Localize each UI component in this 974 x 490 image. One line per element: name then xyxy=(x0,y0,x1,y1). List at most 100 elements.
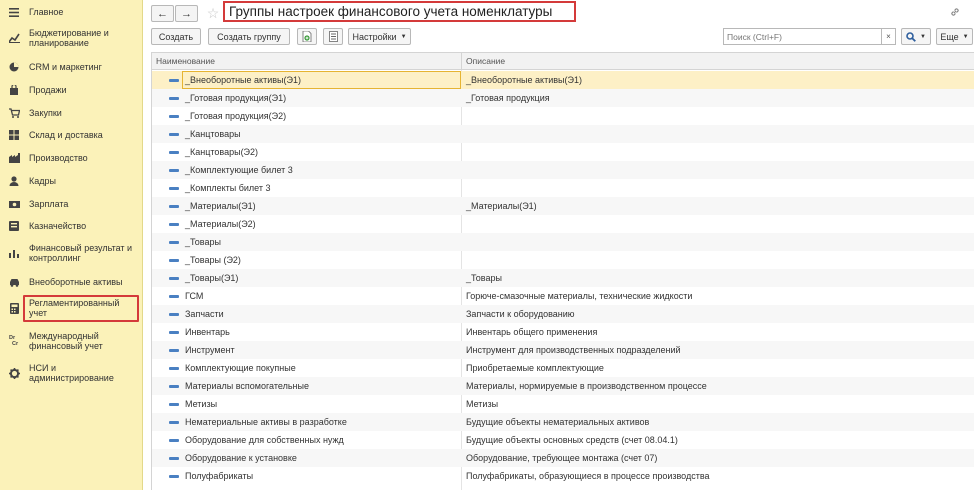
sidebar-item-admin[interactable]: НСИ и администрирование xyxy=(0,363,143,383)
table-row[interactable]: _Товары(Э1) _Товары xyxy=(152,269,974,287)
sidebar-item-label: НСИ и администрирование xyxy=(29,363,114,383)
item-marker-icon xyxy=(169,331,179,334)
car-icon xyxy=(8,276,20,288)
sidebar-item-warehouse[interactable]: Склад и доставка xyxy=(0,129,143,141)
table-row[interactable]: Оборудование к установке Оборудование, тр… xyxy=(152,449,974,467)
sidebar-item-purchases[interactable]: Закупки xyxy=(0,107,143,119)
table-row[interactable]: Материалы вспомогательные Материалы, норм… xyxy=(152,377,974,395)
create-group-button[interactable]: Создать группу xyxy=(208,28,290,45)
table-row[interactable]: Инструмент Инструмент для производственны… xyxy=(152,341,974,359)
sidebar-item-production[interactable]: Производство xyxy=(0,152,143,164)
table-row[interactable]: _Канцтовары xyxy=(152,125,974,143)
sidebar-item-fixed-assets[interactable]: Внеоборотные активы xyxy=(0,276,143,288)
favorite-star-icon[interactable]: ☆ xyxy=(205,4,221,22)
sidebar-item-salary[interactable]: Зарплата xyxy=(0,198,143,210)
table-row[interactable]: _Внеоборотные активы(Э1) _Внеоборотные ак… xyxy=(152,71,974,89)
item-marker-icon xyxy=(169,169,179,172)
cell-description: Инструмент для производственных подразде… xyxy=(466,345,681,355)
forward-button[interactable]: → xyxy=(175,5,198,22)
sidebar-item-label: Производство xyxy=(29,153,88,163)
cell-description: _Материалы(Э1) xyxy=(466,201,537,211)
table-row[interactable]: _Материалы(Э2) xyxy=(152,215,974,233)
more-dropdown[interactable]: Еще ▼ xyxy=(936,28,973,45)
money-icon xyxy=(8,198,20,210)
table-row[interactable]: _Материалы(Э1) _Материалы(Э1) xyxy=(152,197,974,215)
table-row[interactable]: Комплектующие покупные Приобретаемые комп… xyxy=(152,359,974,377)
sidebar-item-regulated-accounting[interactable]: Регламентированный учет xyxy=(0,295,143,322)
treasury-icon xyxy=(8,220,20,232)
groups-table: Наименование Описание _Внеоборотные акти… xyxy=(151,52,974,490)
sidebar-item-label: CRM и маркетинг xyxy=(29,62,102,72)
item-marker-icon xyxy=(169,79,179,82)
add-folder-icon[interactable] xyxy=(297,28,317,45)
column-header-description[interactable]: Описание xyxy=(461,53,974,70)
cell-name: _Комплектующие билет 3 xyxy=(185,165,293,175)
table-header: Наименование Описание xyxy=(152,53,974,70)
table-row[interactable]: Инвентарь Инвентарь общего применения xyxy=(152,323,974,341)
sidebar-item-label: Закупки xyxy=(29,108,62,118)
item-marker-icon xyxy=(169,349,179,352)
table-row[interactable]: _Товары (Э2) xyxy=(152,251,974,269)
create-button[interactable]: Создать xyxy=(151,28,201,45)
table-row[interactable]: _Комплекты билет 3 xyxy=(152,179,974,197)
gear-icon xyxy=(8,367,20,379)
settings-dropdown[interactable]: Настройки ▼ xyxy=(348,28,411,45)
sidebar-item-sales[interactable]: Продажи xyxy=(0,84,143,96)
cell-name: _Канцтовары xyxy=(185,129,241,139)
sidebar-item-treasury[interactable]: Казначейство xyxy=(0,220,143,232)
cell-description: Будущие объекты нематериальных активов xyxy=(466,417,650,427)
more-label: Еще xyxy=(940,31,959,42)
sidebar-item-label: Склад и доставка xyxy=(29,130,103,140)
item-marker-icon xyxy=(169,385,179,388)
column-header-name[interactable]: Наименование xyxy=(152,53,461,70)
item-marker-icon xyxy=(169,97,179,100)
list-view-icon[interactable] xyxy=(323,28,343,45)
cell-name: Инструмент xyxy=(185,345,235,355)
table-row[interactable]: Оборудование для собственных нужд Будущие… xyxy=(152,431,974,449)
table-row[interactable]: ГСМ Горюче-смазочные материалы, техническ… xyxy=(152,287,974,305)
sidebar-item-label: Внеоборотные активы xyxy=(29,277,123,287)
table-row[interactable]: _Комплектующие билет 3 xyxy=(152,161,974,179)
cell-description: Инвентарь общего применения xyxy=(466,327,598,337)
cell-description: _Готовая продукция xyxy=(466,93,550,103)
item-marker-icon xyxy=(169,367,179,370)
search-input[interactable] xyxy=(723,28,883,45)
sidebar-item-budgeting[interactable]: Бюджетирование и планирование xyxy=(0,28,143,48)
table-row[interactable]: Нематериальные активы в разработке Будущи… xyxy=(152,413,974,431)
sidebar-item-label: Продажи xyxy=(29,85,67,95)
cell-name: _Комплекты билет 3 xyxy=(185,183,271,193)
table-row[interactable]: Запчасти Запчасти к оборудованию xyxy=(152,305,974,323)
cell-description: _Товары xyxy=(466,273,502,283)
sidebar-item-label: Главное xyxy=(29,7,64,17)
sidebar-item-personnel[interactable]: Кадры xyxy=(0,175,143,187)
cell-name: Комплектующие покупные xyxy=(185,363,296,373)
item-marker-icon xyxy=(169,259,179,262)
table-row[interactable]: _Готовая продукция(Э1) _Готовая продукция xyxy=(152,89,974,107)
item-marker-icon xyxy=(169,151,179,154)
cell-description: Метизы xyxy=(466,399,499,409)
table-row[interactable]: Полуфабрикаты Полуфабрикаты, образующиеся… xyxy=(152,467,974,485)
sidebar-item-ifrs[interactable]: Dr Cr Международный финансовый учет xyxy=(0,331,143,351)
cell-name: Оборудование к установке xyxy=(185,453,297,463)
search-button[interactable]: ▼ xyxy=(901,28,931,45)
table-row[interactable]: _Канцтовары(Э2) xyxy=(152,143,974,161)
table-row[interactable]: _Готовая продукция(Э2) xyxy=(152,107,974,125)
sidebar-item-finresult[interactable]: Финансовый результат и контроллинг xyxy=(0,243,143,263)
clear-search-icon[interactable]: × xyxy=(881,28,896,45)
table-row[interactable]: Метизы Метизы xyxy=(152,395,974,413)
chevron-down-icon: ▼ xyxy=(962,33,969,40)
link-icon[interactable] xyxy=(949,6,963,20)
cell-name: Запчасти xyxy=(185,309,224,319)
sidebar-item-main[interactable]: Главное xyxy=(0,6,143,18)
cell-name: _Готовая продукция(Э2) xyxy=(185,111,287,121)
sidebar-item-crm[interactable]: CRM и маркетинг xyxy=(0,61,143,73)
cell-name: _Внеоборотные активы(Э1) xyxy=(185,75,301,85)
cell-description: Приобретаемые комплектующие xyxy=(466,363,604,373)
back-button[interactable]: ← xyxy=(151,5,174,22)
cell-description: Запчасти к оборудованию xyxy=(466,309,575,319)
cell-description: _Внеоборотные активы(Э1) xyxy=(466,75,582,85)
sidebar: Главное Бюджетирование и планирование CR… xyxy=(0,0,143,490)
item-marker-icon xyxy=(169,439,179,442)
cell-name: _Канцтовары(Э2) xyxy=(185,147,259,157)
table-row[interactable]: _Товары xyxy=(152,233,974,251)
